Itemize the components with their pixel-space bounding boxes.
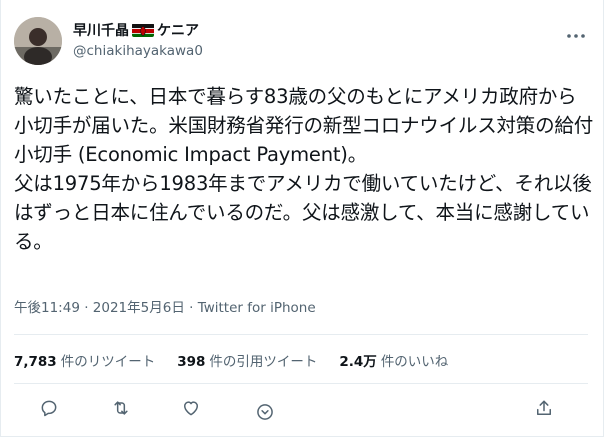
quotes-count: 398 bbox=[177, 354, 206, 370]
quotes-stat[interactable]: 398 件の引用ツイート bbox=[177, 350, 317, 370]
chevron-down-icon[interactable] bbox=[252, 399, 278, 425]
quotes-label: 件の引用ツイート bbox=[209, 354, 318, 370]
kenya-flag-icon bbox=[132, 23, 154, 37]
likes-count: 2.4万 bbox=[339, 354, 377, 370]
tweet-text: 驚いたことに、日本で暮らす83歳の父のもとにアメリカ政府から小切手が届いた。米国… bbox=[14, 85, 594, 253]
like-icon[interactable] bbox=[178, 395, 204, 421]
display-name[interactable]: 早川千晶 bbox=[73, 20, 129, 40]
divider bbox=[14, 334, 588, 335]
likes-stat[interactable]: 2.4万 件のいいね bbox=[339, 350, 448, 370]
retweets-count: 7,783 bbox=[14, 354, 57, 370]
reply-icon[interactable] bbox=[36, 395, 62, 421]
retweets-stat[interactable]: 7,783 件のリツイート bbox=[14, 350, 155, 370]
tweet-meta: 午後11:49 · 2021年5月6日 · Twitter for iPhone bbox=[14, 296, 316, 316]
more-icon[interactable] bbox=[566, 24, 586, 43]
divider bbox=[14, 383, 588, 384]
meta-separator: · bbox=[184, 300, 198, 316]
tweet-time[interactable]: 午後11:49 bbox=[14, 300, 80, 316]
user-name-row[interactable]: 早川千晶 ケニア bbox=[73, 20, 199, 40]
tweet-source[interactable]: Twitter for iPhone bbox=[198, 300, 316, 316]
tweet-date[interactable]: 2021年5月6日 bbox=[93, 300, 185, 316]
likes-label: 件のいいね bbox=[380, 354, 449, 370]
tweet-stats: 7,783 件のリツイート 398 件の引用ツイート 2.4万 件のいいね bbox=[14, 350, 448, 370]
meta-separator: · bbox=[79, 300, 93, 316]
share-icon[interactable] bbox=[531, 395, 557, 421]
retweets-label: 件のリツイート bbox=[60, 354, 156, 370]
tweet-actions bbox=[0, 395, 604, 425]
retweet-icon[interactable] bbox=[108, 395, 134, 421]
display-name-suffix[interactable]: ケニア bbox=[157, 20, 199, 40]
avatar[interactable] bbox=[14, 17, 62, 65]
user-handle[interactable]: @chiakihayakawa0 bbox=[73, 43, 203, 59]
